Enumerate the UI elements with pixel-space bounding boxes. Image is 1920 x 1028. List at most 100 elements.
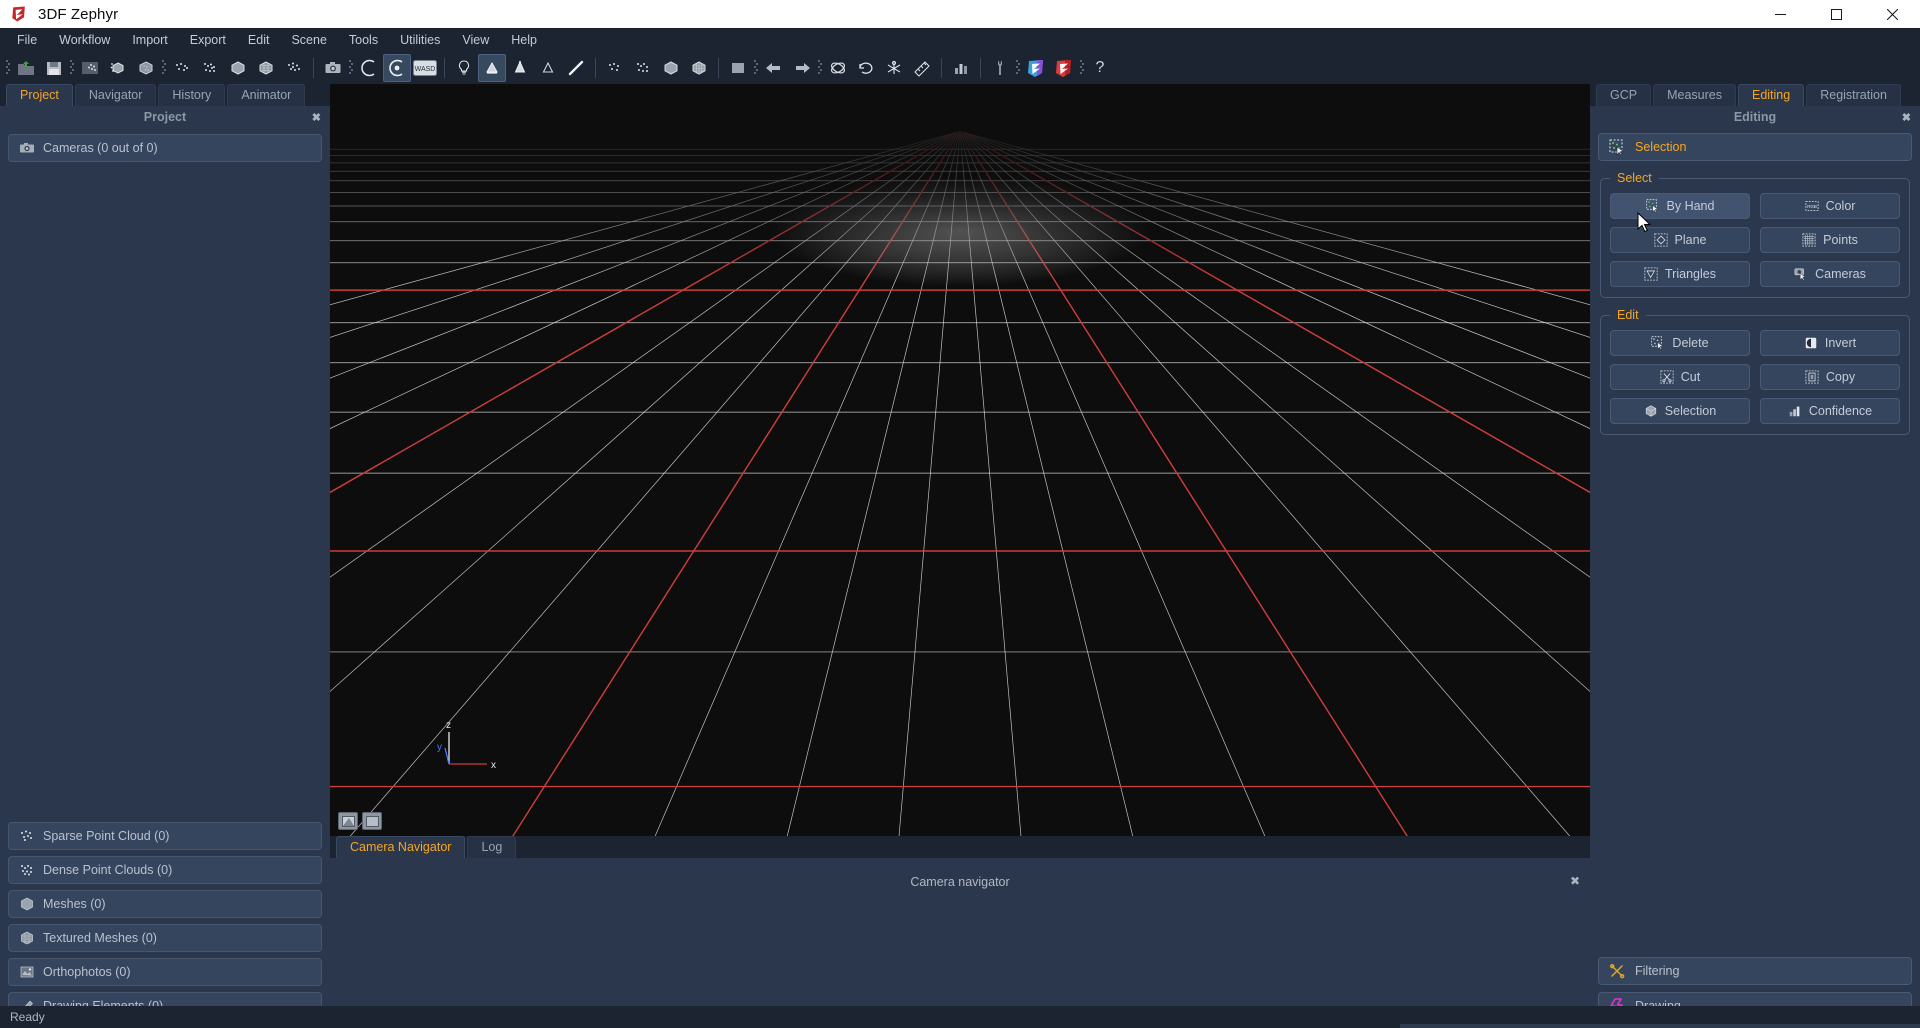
- select-triangles-button[interactable]: Triangles: [1610, 261, 1750, 287]
- toolbar-drag-handle-5[interactable]: [752, 57, 760, 79]
- tab-navigator[interactable]: Navigator: [74, 84, 157, 106]
- menu-item-export[interactable]: Export: [179, 30, 237, 50]
- close-icon[interactable]: ✖: [312, 111, 321, 124]
- edit-selection-button[interactable]: Selection: [1610, 398, 1750, 424]
- viewport-layout-2-icon[interactable]: [362, 812, 382, 830]
- help-icon[interactable]: ?: [1086, 54, 1114, 82]
- rotate-scene-icon[interactable]: [852, 54, 880, 82]
- center-area: z y x Camera Navigator Log Camera naviga…: [330, 84, 1590, 1028]
- anchor-axes-icon[interactable]: [880, 54, 908, 82]
- menu-item-import[interactable]: Import: [121, 30, 178, 50]
- toolbar-drag-handle-4[interactable]: [347, 57, 355, 79]
- edit-cut-button[interactable]: Cut: [1610, 364, 1750, 390]
- textured-mesh-icon[interactable]: [252, 54, 280, 82]
- viewport-layout-1-icon[interactable]: [338, 812, 358, 830]
- tab-registration[interactable]: Registration: [1806, 84, 1901, 106]
- toolbar-separator-3: [595, 58, 596, 78]
- list-item-dense-point-clouds[interactable]: Dense Point Clouds (0): [8, 856, 322, 884]
- select-cameras-button[interactable]: Cameras: [1760, 261, 1900, 287]
- menu-item-view[interactable]: View: [451, 30, 500, 50]
- tab-history[interactable]: History: [158, 84, 226, 106]
- orbit-center-icon[interactable]: [383, 54, 411, 82]
- tab-camera-navigator[interactable]: Camera Navigator: [336, 836, 466, 858]
- cone-filled-icon[interactable]: [506, 54, 534, 82]
- select-color-button[interactable]: RGB Color: [1760, 193, 1900, 219]
- close-icon[interactable]: ✖: [1902, 111, 1911, 124]
- menu-item-scene[interactable]: Scene: [280, 30, 337, 50]
- accordion-filtering[interactable]: Filtering: [1598, 957, 1912, 985]
- plane-icon[interactable]: [724, 54, 752, 82]
- menu-item-edit[interactable]: Edit: [237, 30, 281, 50]
- toolbar-drag-handle-2[interactable]: [68, 57, 76, 79]
- menu-item-file[interactable]: File: [6, 30, 48, 50]
- camera-icon[interactable]: [319, 54, 347, 82]
- camera-navigator-panel[interactable]: Camera navigator ✖: [330, 858, 1590, 1028]
- dense-points-icon[interactable]: [629, 54, 657, 82]
- orbit-rotate-icon[interactable]: [355, 54, 383, 82]
- cone-solid-icon[interactable]: [478, 54, 506, 82]
- button-label: Selection: [1664, 404, 1717, 418]
- settings-wrench-icon[interactable]: [986, 54, 1014, 82]
- list-item-meshes[interactable]: Meshes (0): [8, 890, 322, 918]
- tab-measures[interactable]: Measures: [1653, 84, 1736, 106]
- tab-animator[interactable]: Animator: [227, 84, 306, 106]
- menu-item-tools[interactable]: Tools: [338, 30, 389, 50]
- zephyr-blue-icon[interactable]: [1022, 54, 1050, 82]
- menu-item-utilities[interactable]: Utilities: [389, 30, 451, 50]
- tab-gcp[interactable]: GCP: [1596, 84, 1652, 106]
- tab-project[interactable]: Project: [6, 84, 73, 106]
- menu-item-help[interactable]: Help: [500, 30, 548, 50]
- toolbar-drag-handle-7[interactable]: [1014, 57, 1022, 79]
- statistics-icon[interactable]: [947, 54, 975, 82]
- line-measure-icon[interactable]: [562, 54, 590, 82]
- light-bulb-icon[interactable]: [450, 54, 478, 82]
- list-item-orthophotos[interactable]: Orthophotos (0): [8, 958, 322, 986]
- accordion-selection[interactable]: Selection: [1598, 133, 1912, 161]
- save-project-icon[interactable]: [40, 54, 68, 82]
- tab-editing[interactable]: Editing: [1737, 84, 1805, 106]
- mesh-icon[interactable]: [224, 54, 252, 82]
- edit-delete-button[interactable]: Delete: [1610, 330, 1750, 356]
- sparse-reconstruction-icon[interactable]: [104, 54, 132, 82]
- filter-point-cloud-icon[interactable]: [196, 54, 224, 82]
- maximize-button[interactable]: [1808, 0, 1864, 28]
- close-icon[interactable]: ✖: [1570, 874, 1580, 888]
- dense-reconstruction-icon[interactable]: [132, 54, 160, 82]
- right-tab-row: GCP Measures Editing Registration: [1590, 84, 1920, 106]
- open-project-icon[interactable]: [12, 54, 40, 82]
- select-plane-button[interactable]: Plane: [1610, 227, 1750, 253]
- ruler-icon[interactable]: [908, 54, 936, 82]
- cone-outline-icon[interactable]: [534, 54, 562, 82]
- edit-invert-button[interactable]: Invert: [1760, 330, 1900, 356]
- select-points-button[interactable]: Points: [1760, 227, 1900, 253]
- toolbar-drag-handle[interactable]: [4, 57, 12, 79]
- point-cloud-edit-icon[interactable]: [280, 54, 308, 82]
- undo-icon[interactable]: [760, 54, 788, 82]
- edit-copy-button[interactable]: Copy: [1760, 364, 1900, 390]
- edit-confidence-button[interactable]: Confidence: [1760, 398, 1900, 424]
- close-button[interactable]: [1864, 0, 1920, 28]
- wasd-navigation-icon[interactable]: WASD: [411, 54, 439, 82]
- extract-point-cloud-icon[interactable]: [168, 54, 196, 82]
- editing-panel-body: Selection Select By Hand RGB Color Plane…: [1590, 128, 1920, 1028]
- cameras-select-icon: [1794, 268, 1806, 281]
- list-item-cameras[interactable]: Cameras (0 out of 0): [8, 134, 322, 162]
- redo-icon[interactable]: [788, 54, 816, 82]
- select-by-hand-button[interactable]: By Hand: [1610, 193, 1750, 219]
- list-item-textured-meshes[interactable]: Textured Meshes (0): [8, 924, 322, 952]
- mesh-solid-icon[interactable]: [657, 54, 685, 82]
- import-photos-icon[interactable]: [76, 54, 104, 82]
- mesh-wire-icon[interactable]: [685, 54, 713, 82]
- list-item-label: Orthophotos (0): [43, 965, 131, 979]
- zephyr-red-icon[interactable]: [1050, 54, 1078, 82]
- toolbar-drag-handle-3[interactable]: [160, 57, 168, 79]
- viewport-3d[interactable]: z y x: [330, 84, 1590, 836]
- minimize-button[interactable]: [1752, 0, 1808, 28]
- menu-item-workflow[interactable]: Workflow: [48, 30, 121, 50]
- tab-log[interactable]: Log: [467, 836, 517, 858]
- list-item-sparse-point-cloud[interactable]: Sparse Point Cloud (0): [8, 822, 322, 850]
- points-icon[interactable]: [601, 54, 629, 82]
- toolbar-drag-handle-6[interactable]: [816, 57, 824, 79]
- toolbar-drag-handle-8[interactable]: [1078, 57, 1086, 79]
- axis-orbit-icon[interactable]: [824, 54, 852, 82]
